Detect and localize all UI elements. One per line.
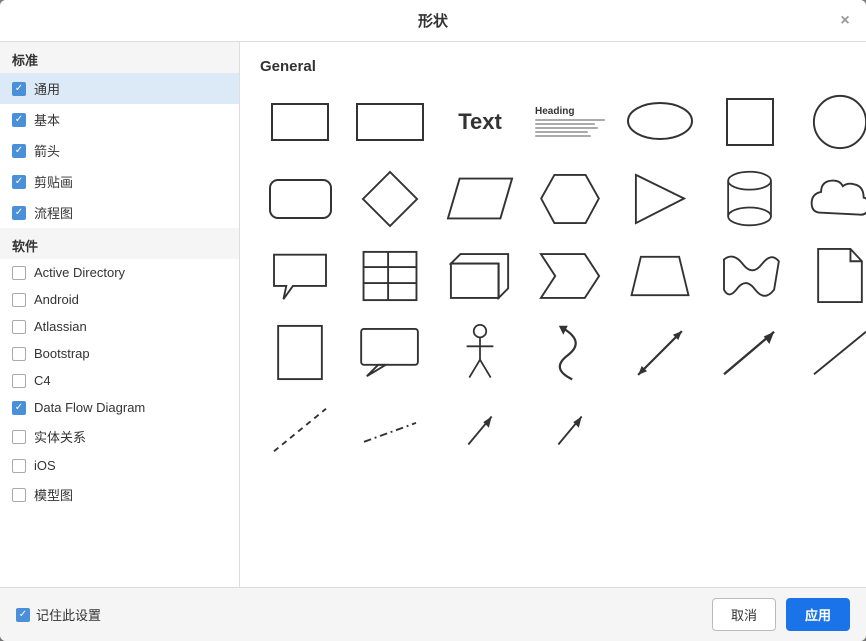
- checkbox-basic[interactable]: [12, 113, 26, 127]
- software-section-header: 软件: [0, 228, 239, 259]
- checkbox-bootstrap[interactable]: [12, 347, 26, 361]
- sidebar-item-bootstrap[interactable]: Bootstrap: [0, 340, 239, 367]
- sidebar-label-mockup: 模型图: [34, 485, 73, 504]
- checkbox-mockup[interactable]: [12, 488, 26, 502]
- checkbox-android[interactable]: [12, 293, 26, 307]
- shape-square[interactable]: [710, 89, 790, 154]
- shape-wave[interactable]: [710, 243, 790, 308]
- footer-left: 记住此设置: [16, 605, 101, 624]
- sidebar-item-flowchart[interactable]: 流程图: [0, 197, 239, 228]
- close-button[interactable]: ×: [836, 12, 854, 30]
- sidebar-label-atlassian: Atlassian: [34, 319, 87, 334]
- shape-circle[interactable]: [800, 89, 866, 154]
- sidebar-label-clipart: 剪贴画: [34, 172, 73, 191]
- shape-rounded-rect[interactable]: [260, 166, 340, 231]
- remember-label: 记住此设置: [36, 605, 101, 624]
- shape-blank[interactable]: [260, 320, 340, 385]
- checkbox-c4[interactable]: [12, 374, 26, 388]
- checkbox-general[interactable]: [12, 82, 26, 96]
- checkbox-remember[interactable]: [16, 608, 30, 622]
- shape-callout[interactable]: [350, 320, 430, 385]
- sidebar-item-android[interactable]: Android: [0, 286, 239, 313]
- shape-trapezoid[interactable]: [620, 243, 700, 308]
- shape-dashed-line[interactable]: [260, 397, 340, 462]
- sidebar-item-general[interactable]: 通用: [0, 73, 239, 104]
- shape-table[interactable]: [350, 243, 430, 308]
- shape-document[interactable]: [800, 243, 866, 308]
- shapes-dialog: 形状 × 标准 通用 基本 箭头 剪贴画: [0, 0, 866, 641]
- content-area: 标准 通用 基本 箭头 剪贴画 流程图 软件: [0, 42, 866, 587]
- sidebar-label-er: 实体关系: [34, 427, 86, 446]
- sidebar-label-general: 通用: [34, 79, 60, 98]
- standard-section-header: 标准: [0, 42, 239, 73]
- shapes-grid: Text Heading: [260, 89, 846, 462]
- shape-double-arrow-diagonal[interactable]: [620, 320, 700, 385]
- sidebar-label-c4: C4: [34, 373, 51, 388]
- checkbox-atlassian[interactable]: [12, 320, 26, 334]
- shape-arrow-triangle[interactable]: [620, 166, 700, 231]
- sidebar-label-bootstrap: Bootstrap: [34, 346, 90, 361]
- sidebar-item-c4[interactable]: C4: [0, 367, 239, 394]
- checkbox-ios[interactable]: [12, 459, 26, 473]
- shape-line-diagonal[interactable]: [800, 320, 866, 385]
- section-title: General: [260, 58, 846, 75]
- checkbox-er[interactable]: [12, 430, 26, 444]
- sidebar-item-ios[interactable]: iOS: [0, 452, 239, 479]
- checkbox-data-flow[interactable]: [12, 401, 26, 415]
- main-content: General Text: [240, 42, 866, 587]
- sidebar-item-clipart[interactable]: 剪贴画: [0, 166, 239, 197]
- sidebar-label-ios: iOS: [34, 458, 56, 473]
- shape-cloud[interactable]: [800, 166, 866, 231]
- shape-s-arrow[interactable]: [530, 320, 610, 385]
- checkbox-active-directory[interactable]: [12, 266, 26, 280]
- sidebar-label-flowchart: 流程图: [34, 203, 73, 222]
- shape-speech-bubble[interactable]: [260, 243, 340, 308]
- title-bar: 形状 ×: [0, 0, 866, 42]
- sidebar-label-active-directory: Active Directory: [34, 265, 125, 280]
- shape-arrow-up-right-2[interactable]: [530, 397, 610, 462]
- shape-chevron-arrow[interactable]: [530, 243, 610, 308]
- sidebar-item-arrow[interactable]: 箭头: [0, 135, 239, 166]
- shape-cylinder[interactable]: [710, 166, 790, 231]
- sidebar-label-arrow: 箭头: [34, 141, 60, 160]
- sidebar-item-data-flow[interactable]: Data Flow Diagram: [0, 394, 239, 421]
- shape-arrow-up-right[interactable]: [440, 397, 520, 462]
- apply-button[interactable]: 应用: [786, 598, 850, 631]
- shape-dash-dot-line[interactable]: [350, 397, 430, 462]
- checkbox-clipart[interactable]: [12, 175, 26, 189]
- sidebar-item-er[interactable]: 实体关系: [0, 421, 239, 452]
- sidebar-label-android: Android: [34, 292, 79, 307]
- dialog-title: 形状: [418, 10, 448, 31]
- cancel-button[interactable]: 取消: [712, 598, 776, 631]
- shape-3d-box[interactable]: [440, 243, 520, 308]
- sidebar-label-basic: 基本: [34, 110, 60, 129]
- sidebar: 标准 通用 基本 箭头 剪贴画 流程图 软件: [0, 42, 240, 587]
- shape-hexagon[interactable]: [530, 166, 610, 231]
- checkbox-flowchart[interactable]: [12, 206, 26, 220]
- sidebar-item-atlassian[interactable]: Atlassian: [0, 313, 239, 340]
- checkbox-arrow[interactable]: [12, 144, 26, 158]
- shape-rectangle-wide[interactable]: [350, 89, 430, 154]
- shape-arrow-diagonal-right[interactable]: [710, 320, 790, 385]
- sidebar-item-basic[interactable]: 基本: [0, 104, 239, 135]
- shape-rectangle-small[interactable]: [260, 89, 340, 154]
- shape-text[interactable]: Text: [440, 89, 520, 154]
- sidebar-item-active-directory[interactable]: Active Directory: [0, 259, 239, 286]
- footer: 记住此设置 取消 应用: [0, 587, 866, 641]
- shape-heading[interactable]: Heading: [530, 89, 610, 154]
- sidebar-label-data-flow: Data Flow Diagram: [34, 400, 145, 415]
- shape-parallelogram[interactable]: [440, 166, 520, 231]
- shape-ellipse[interactable]: [620, 89, 700, 154]
- shape-person[interactable]: [440, 320, 520, 385]
- sidebar-item-mockup[interactable]: 模型图: [0, 479, 239, 510]
- shape-diamond[interactable]: [350, 166, 430, 231]
